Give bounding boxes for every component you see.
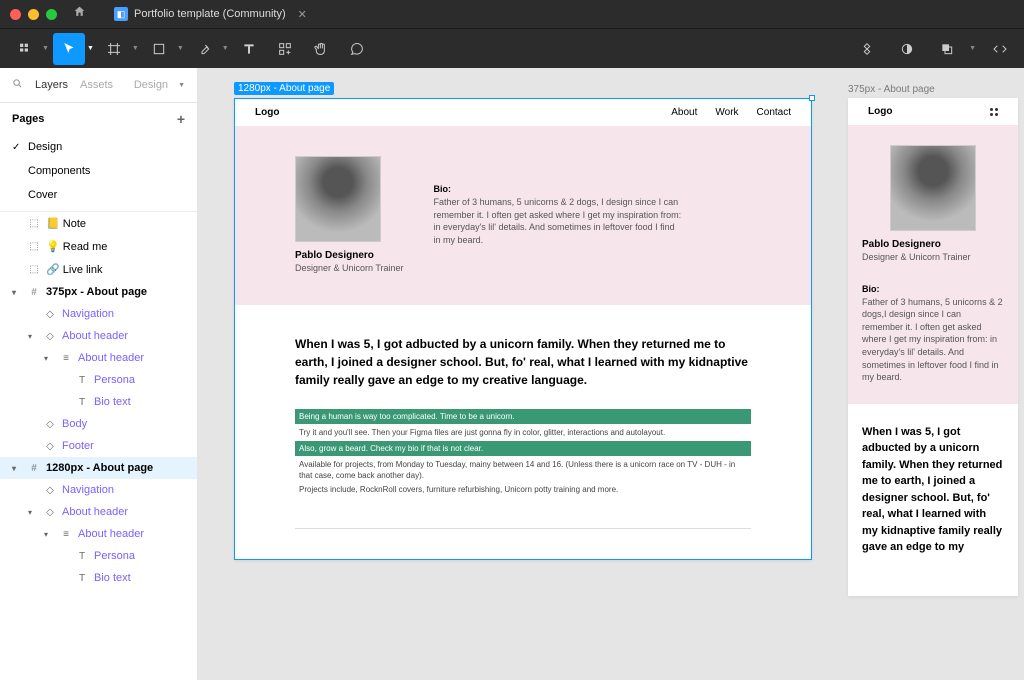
layer-row[interactable]: ⬚📒 Note bbox=[0, 212, 197, 235]
toolbar: ▼ ▼ ▼ ▼ ▼ ▼ bbox=[0, 28, 1024, 68]
highlight-1: Being a human is way too complicated. Ti… bbox=[295, 409, 751, 424]
artboard-375[interactable]: Logo Pablo Designero Designer & Unicorn … bbox=[848, 98, 1018, 596]
figma-file-icon: ◧ bbox=[114, 7, 128, 21]
chevron-down-icon[interactable]: ▼ bbox=[222, 45, 229, 52]
design-tab[interactable]: Design bbox=[134, 79, 168, 91]
add-page-icon[interactable]: + bbox=[177, 111, 185, 127]
menu-icon bbox=[990, 108, 998, 116]
nav-link: Work bbox=[715, 107, 738, 118]
shape-tool[interactable] bbox=[143, 33, 175, 65]
frame-label[interactable]: 375px - About page bbox=[848, 84, 935, 95]
chevron-down-icon[interactable]: ▼ bbox=[178, 82, 185, 89]
minimize-window-icon[interactable] bbox=[28, 9, 39, 20]
page-item[interactable]: Design bbox=[0, 135, 197, 159]
resources-tool[interactable] bbox=[269, 33, 301, 65]
window-controls bbox=[10, 9, 57, 20]
persona-name: Pablo Designero bbox=[295, 250, 404, 261]
assets-tab[interactable]: Assets bbox=[80, 79, 113, 91]
layer-row[interactable]: ▾≡About header bbox=[0, 347, 197, 369]
dev-mode-icon[interactable] bbox=[984, 33, 1016, 65]
bio-label: Bio: bbox=[434, 184, 684, 194]
canvas[interactable]: 1280px - About page 375px - About page L… bbox=[198, 68, 1024, 680]
nav-link: Contact bbox=[757, 107, 791, 118]
component-icon[interactable] bbox=[851, 33, 883, 65]
site-nav: About Work Contact bbox=[671, 107, 791, 118]
layer-row[interactable]: ◇Body bbox=[0, 413, 197, 435]
chevron-down-icon[interactable]: ▼ bbox=[132, 45, 139, 52]
main-menu-button[interactable] bbox=[8, 33, 40, 65]
about-header: Pablo Designero Designer & Unicorn Train… bbox=[235, 126, 811, 305]
close-window-icon[interactable] bbox=[10, 9, 21, 20]
titlebar: ◧ Portfolio template (Community) ✕ bbox=[0, 0, 1024, 28]
move-tool[interactable] bbox=[53, 33, 85, 65]
layer-row[interactable]: ◇Footer bbox=[0, 435, 197, 457]
layer-row[interactable]: ▾≡About header bbox=[0, 523, 197, 545]
artboard-1280[interactable]: Logo About Work Contact Pablo Designero … bbox=[234, 98, 812, 560]
avatar bbox=[890, 145, 976, 231]
frame-label[interactable]: 1280px - About page bbox=[234, 82, 334, 95]
para-3: Projects include, RocknRoll covers, furn… bbox=[295, 484, 751, 498]
body: When I was 5, I got adbucted by a unicor… bbox=[235, 305, 811, 560]
page-item[interactable]: Cover bbox=[0, 183, 197, 207]
persona-name: Pablo Designero bbox=[862, 239, 1004, 250]
site-header: Logo About Work Contact bbox=[235, 99, 811, 126]
layer-row[interactable]: ⬚🔗 Live link bbox=[0, 258, 197, 281]
body: When I was 5, I got adbucted by a unicor… bbox=[848, 404, 1018, 596]
layer-row[interactable]: ▾#375px - About page bbox=[0, 281, 197, 303]
close-tab-icon[interactable]: ✕ bbox=[298, 8, 307, 21]
story-text: When I was 5, I got adbucted by a unicor… bbox=[295, 335, 751, 389]
layer-row[interactable]: ⬚💡 Read me bbox=[0, 235, 197, 258]
layer-row[interactable]: ◇Navigation bbox=[0, 303, 197, 325]
logo: Logo bbox=[868, 106, 892, 117]
chevron-down-icon[interactable]: ▼ bbox=[87, 45, 94, 52]
logo: Logo bbox=[255, 107, 279, 118]
maximize-window-icon[interactable] bbox=[46, 9, 57, 20]
bio-text: Father of 3 humans, 5 unicorns & 2 dogs,… bbox=[862, 296, 1004, 384]
selection-handle[interactable] bbox=[809, 95, 815, 101]
layer-row[interactable]: TPersona bbox=[0, 545, 197, 567]
chevron-down-icon[interactable]: ▼ bbox=[969, 45, 976, 52]
about-header: Pablo Designero Designer & Unicorn Train… bbox=[848, 125, 1018, 404]
persona-role: Designer & Unicorn Trainer bbox=[295, 263, 404, 275]
layers-tab[interactable]: Layers bbox=[35, 79, 68, 91]
file-tab[interactable]: ◧ Portfolio template (Community) ✕ bbox=[106, 0, 315, 28]
persona-role: Designer & Unicorn Trainer bbox=[862, 252, 1004, 264]
pen-tool[interactable] bbox=[188, 33, 220, 65]
chevron-down-icon[interactable]: ▼ bbox=[42, 45, 49, 52]
bio-label: Bio: bbox=[862, 284, 1004, 294]
avatar bbox=[295, 156, 381, 242]
layer-row[interactable]: TBio text bbox=[0, 567, 197, 589]
layer-row[interactable]: TBio text bbox=[0, 391, 197, 413]
tab-title: Portfolio template (Community) bbox=[134, 8, 286, 20]
home-icon[interactable] bbox=[73, 5, 86, 23]
layer-row[interactable]: TPersona bbox=[0, 369, 197, 391]
boolean-icon[interactable] bbox=[931, 33, 963, 65]
chevron-down-icon[interactable]: ▼ bbox=[177, 45, 184, 52]
search-icon[interactable] bbox=[12, 78, 23, 92]
hand-tool[interactable] bbox=[305, 33, 337, 65]
comment-tool[interactable] bbox=[341, 33, 373, 65]
story-text: When I was 5, I got adbucted by a unicor… bbox=[862, 424, 1004, 556]
site-header: Logo bbox=[848, 98, 1018, 125]
pages-header[interactable]: Pages + bbox=[0, 103, 197, 135]
layer-row[interactable]: ▾◇About header bbox=[0, 501, 197, 523]
frame-tool[interactable] bbox=[98, 33, 130, 65]
bio-text: Father of 3 humans, 5 unicorns & 2 dogs,… bbox=[434, 196, 684, 246]
layer-row[interactable]: ▾◇About header bbox=[0, 325, 197, 347]
left-panel: Layers Assets Design ▼ Pages + DesignCom… bbox=[0, 68, 198, 680]
para-1: Try it and you'll see. Then your Figma f… bbox=[295, 424, 751, 441]
para-2: Available for projects, from Monday to T… bbox=[295, 456, 751, 484]
text-tool[interactable] bbox=[233, 33, 265, 65]
nav-link: About bbox=[671, 107, 697, 118]
layer-row[interactable]: ◇Navigation bbox=[0, 479, 197, 501]
page-item[interactable]: Components bbox=[0, 159, 197, 183]
mask-icon[interactable] bbox=[891, 33, 923, 65]
highlight-2: Also, grow a beard. Check my bio if that… bbox=[295, 441, 751, 456]
layer-row[interactable]: ▾#1280px - About page bbox=[0, 457, 197, 479]
